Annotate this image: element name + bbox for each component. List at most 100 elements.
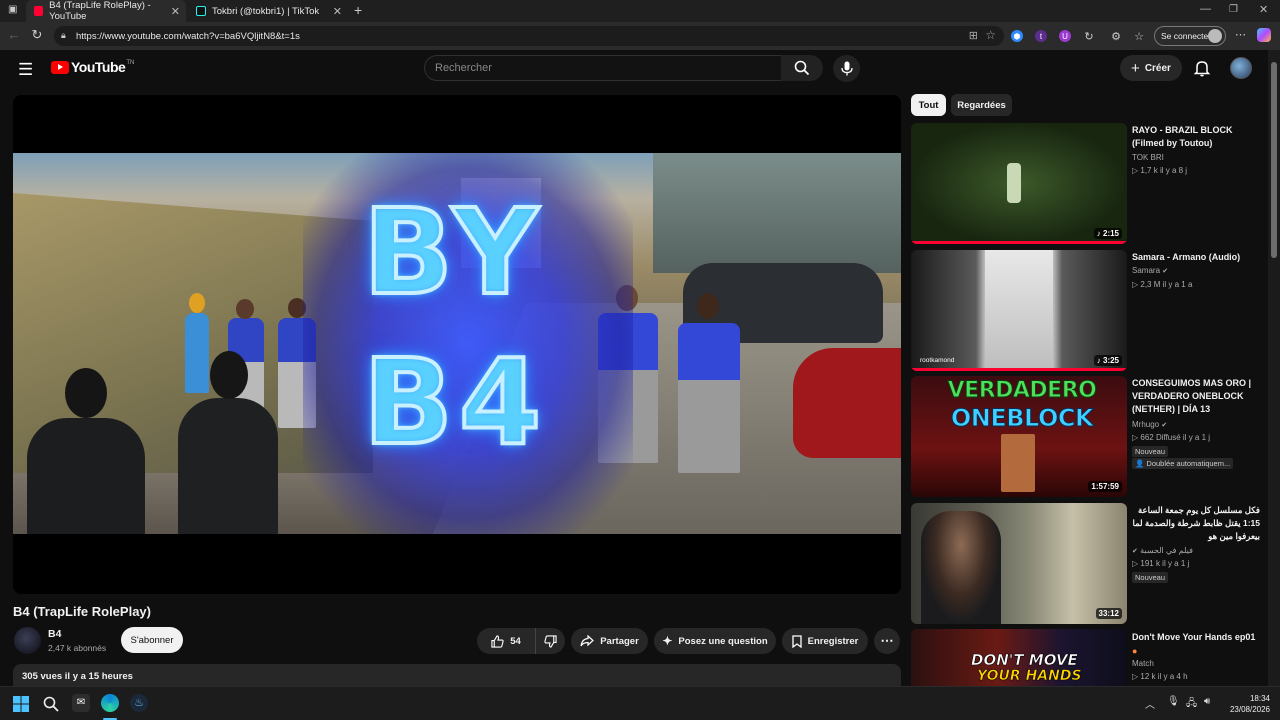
extension-1-icon[interactable]: ⬢ [1011,30,1023,42]
related-channel-name[interactable]: Samara ✔ [1132,266,1168,275]
extension-4-icon[interactable]: ↻ [1083,30,1095,43]
sparkle-icon: ✦ [662,634,673,648]
video-title: B4 (TrapLife RolePlay) [13,604,151,619]
ask-question-button[interactable]: ✦ Posez une question [654,628,776,654]
video-thumbnail[interactable]: ♪ 2:15 [911,123,1127,244]
extensions-icon[interactable]: ⚙ [1110,30,1122,43]
related-video-title[interactable]: RAYO - BRAZIL BLOCK (Filmed by Toutou) [1132,124,1262,150]
share-button[interactable]: Partager [571,628,648,654]
back-icon[interactable]: ← [5,27,23,42]
browser-tab-bar: ▣ B4 (TrapLife RolePlay) - YouTube ✕ Tok… [0,0,1280,22]
ask-label: Posez une question [678,635,768,647]
create-button[interactable]: + Créer [1120,55,1182,81]
extension-3-icon[interactable]: U [1059,30,1071,42]
tab-title: Tokbri (@tokbri1) | TikTok [212,5,320,17]
chip-watched[interactable]: Regardées [951,94,1012,116]
reload-icon[interactable]: ↻ [28,27,46,43]
menu-icon[interactable]: ☰ [18,60,33,80]
steam-icon[interactable]: ♨ [130,694,148,712]
new-tab-button[interactable]: + [354,2,362,18]
thumb-center-panel [985,250,1053,371]
related-video-meta: ▷ 662 Diffusé il y a 1 j [1132,433,1211,442]
related-video-title[interactable]: Don't Move Your Hands ep01 [1132,631,1262,644]
related-video-title[interactable]: CONSEGUIMOS MAS ORO | VERDADERO ONEBLOCK… [1132,377,1262,416]
extension-2-icon[interactable]: t [1035,30,1047,42]
tab-tiktok[interactable]: Tokbri (@tokbri1) | TikTok ✕ [188,0,348,22]
more-options-icon[interactable]: ⋯ [1235,28,1246,41]
user-avatar[interactable] [1230,57,1252,79]
fire-icon: ● [1132,646,1138,656]
character-head [210,351,248,399]
tiktok-favicon-icon [196,6,206,16]
close-tab-icon[interactable]: ✕ [333,5,342,18]
related-channel-name[interactable]: ✔ فيلم في الحسبة [1132,546,1193,555]
tab-actions-icon[interactable]: ▣ [8,4,17,15]
video-duration: 33:12 [1095,608,1122,619]
thumbs-down-icon [544,634,557,648]
minimize-icon[interactable]: — [1200,3,1211,15]
address-bar[interactable]: 🔒︎ https://www.youtube.com/watch?v=ba6VQ… [54,26,1004,46]
like-button[interactable]: 54 [477,628,535,654]
related-channel-name[interactable]: Mrhugo ✔ [1132,420,1167,429]
volume-icon[interactable]: 🔊︎ [1204,696,1210,707]
bookmark-icon [792,634,802,648]
overlay-text-by: BY [361,183,544,321]
subscriber-count: 2,47 k abonnés [48,643,107,653]
channel-avatar[interactable] [14,627,41,654]
more-actions-button[interactable]: ⋯ [874,628,900,654]
close-window-icon[interactable]: ✕ [1259,3,1268,16]
favorite-star-icon[interactable]: ☆ [985,28,996,42]
favorites-icon[interactable]: ☆ [1133,30,1145,43]
subscribe-button[interactable]: S'abonner [121,627,183,653]
video-thumbnail[interactable]: DON'T MOVE YOUR HANDS [911,629,1127,686]
video-thumbnail[interactable]: 33:12 [911,503,1127,624]
windows-start-icon[interactable] [13,696,29,712]
views-and-date: 305 vues il y a 15 heures [22,671,133,682]
lock-icon[interactable]: 🔒︎ [61,30,66,41]
channel-name[interactable]: B4 [48,628,61,640]
new-badge: Nouveau [1132,572,1169,583]
thumb-text-line1: DON'T MOVE [971,651,1078,670]
thumbs-up-icon [491,634,504,648]
app-available-icon[interactable]: ⊞ [969,29,978,42]
voice-search-button[interactable] [833,55,860,82]
related-channel-name[interactable]: TOK BRI [1132,153,1164,162]
edge-browser-icon[interactable] [101,694,119,712]
tab-youtube[interactable]: B4 (TrapLife RolePlay) - YouTube ✕ [26,0,186,22]
dubbed-badge: 👤 Doublée automatiquem... [1132,458,1234,469]
system-clock[interactable]: 18:34 23/08/2026 [1230,693,1270,715]
app-icon[interactable]: ✉ [72,694,90,712]
share-label: Partager [600,635,639,647]
dislike-button[interactable] [535,628,565,654]
search-button[interactable] [781,55,823,81]
video-duration: ♪ 2:15 [1093,228,1122,239]
video-player[interactable]: BY B4 [13,95,901,594]
copilot-icon[interactable] [1257,28,1271,42]
microphone-tray-icon[interactable]: 🎙︎ [1167,696,1180,707]
thumb-text-line2: YOUR HANDS [977,668,1082,685]
search-input[interactable]: Rechercher [424,55,782,81]
tab-title: B4 (TrapLife RolePlay) - YouTube [49,0,151,22]
save-button[interactable]: Enregistrer [782,628,868,654]
close-tab-icon[interactable]: ✕ [171,5,180,18]
video-duration: ♪ 3:25 [1093,355,1122,366]
video-thumbnail[interactable]: VERDADERO ONEBLOCK 1:57:59 [911,376,1127,497]
chip-all[interactable]: Tout [911,94,946,116]
sign-in-button[interactable]: Se connecter [1154,26,1226,46]
related-video-title[interactable]: فكل مسلسل كل يوم جمعة الساعة 1:15 يقتل ظ… [1132,504,1260,543]
notifications-bell-icon[interactable] [1193,59,1211,77]
tray-chevron-up-icon[interactable]: ︿ [1145,696,1155,711]
related-channel-name[interactable]: Match [1132,659,1154,668]
page-scrollbar[interactable] [1268,50,1280,686]
restore-icon[interactable]: ❐ [1229,4,1238,15]
profile-avatar-icon [1208,29,1222,43]
youtube-logo[interactable]: YouTube TN [51,59,134,75]
new-badge: Nouveau [1132,446,1169,457]
country-code: TN [126,59,135,66]
video-thumbnail[interactable]: rootkamond ♪ 3:25 [911,250,1127,371]
scrollbar-thumb[interactable] [1271,62,1277,258]
microphone-icon [840,61,853,76]
related-video-title[interactable]: Samara - Armano (Audio) [1132,251,1262,264]
search-icon[interactable] [43,696,59,712]
network-icon[interactable]: 🖧︎ [1186,696,1197,713]
